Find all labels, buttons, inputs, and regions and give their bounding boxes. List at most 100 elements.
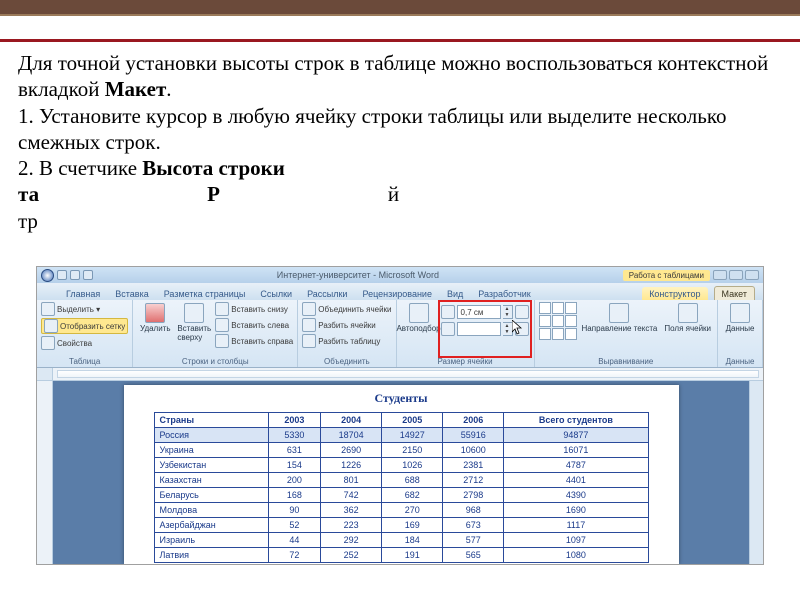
table-cell[interactable]: Казахстан [154, 473, 268, 488]
show-grid-button[interactable]: Отобразить сетку [41, 318, 128, 334]
tab-design[interactable]: Конструктор [642, 287, 707, 300]
page-viewport[interactable]: Студенты Страны 2003 2004 2005 2006 Всег… [53, 381, 749, 564]
split-cells-button[interactable]: Разбить ячейки [302, 318, 391, 332]
table-cell[interactable]: 4401 [504, 473, 648, 488]
height-spinner[interactable]: ▲▼ [503, 305, 513, 319]
table-cell[interactable]: Израиль [154, 533, 268, 548]
maximize-button[interactable] [729, 270, 743, 280]
width-spinner[interactable]: ▲▼ [503, 322, 513, 336]
table-cell[interactable]: 200 [268, 473, 321, 488]
tab-home[interactable]: Главная [59, 287, 107, 300]
table-row[interactable]: Узбекистан1541226102623814787 [154, 458, 648, 473]
table-cell[interactable]: Азербайджан [154, 518, 268, 533]
distribute-rows-icon[interactable] [515, 305, 529, 319]
select-button[interactable]: Выделить ▾ [41, 302, 128, 316]
tab-mailings[interactable]: Рассылки [300, 287, 354, 300]
office-button[interactable] [41, 269, 54, 282]
table-cell[interactable]: 90 [268, 503, 321, 518]
table-row[interactable]: Азербайджан522231696731117 [154, 518, 648, 533]
table-cell[interactable]: 2798 [443, 488, 504, 503]
properties-button[interactable]: Свойства [41, 336, 128, 350]
insert-right-button[interactable]: Вставить справа [215, 334, 293, 348]
col-width-control[interactable]: ▲▼ [441, 322, 529, 336]
table-cell[interactable]: 4390 [504, 488, 648, 503]
qat-undo-icon[interactable] [70, 270, 80, 280]
table-cell[interactable]: 2150 [382, 443, 443, 458]
table-cell[interactable]: 14927 [382, 428, 443, 443]
tab-view[interactable]: Вид [440, 287, 470, 300]
table-cell[interactable]: 44 [268, 533, 321, 548]
close-button[interactable] [745, 270, 759, 280]
table-cell[interactable]: 52 [268, 518, 321, 533]
table-cell[interactable]: 169 [382, 518, 443, 533]
autofit-button[interactable]: Автоподбор [401, 302, 437, 356]
table-cell[interactable]: 18704 [321, 428, 382, 443]
table-cell[interactable]: Беларусь [154, 488, 268, 503]
table-row[interactable]: Украина631269021501060016071 [154, 443, 648, 458]
table-cell[interactable]: 184 [382, 533, 443, 548]
table-cell[interactable]: 2381 [443, 458, 504, 473]
table-cell[interactable]: 688 [382, 473, 443, 488]
distribute-cols-icon[interactable] [515, 322, 529, 336]
data-button[interactable]: Данные [722, 302, 758, 356]
table-row[interactable]: Россия533018704149275591694877 [154, 428, 648, 443]
insert-above-button[interactable]: Вставить сверху [176, 302, 212, 356]
table-cell[interactable]: 1226 [321, 458, 382, 473]
table-cell[interactable]: 223 [321, 518, 382, 533]
table-cell[interactable]: 1080 [504, 548, 648, 563]
table-cell[interactable]: 94877 [504, 428, 648, 443]
table-cell[interactable]: 270 [382, 503, 443, 518]
vertical-ruler[interactable] [37, 381, 53, 564]
table-cell[interactable]: 2712 [443, 473, 504, 488]
table-cell[interactable]: 72 [268, 548, 321, 563]
table-cell[interactable]: 1026 [382, 458, 443, 473]
table-cell[interactable]: 565 [443, 548, 504, 563]
table-cell[interactable]: 16071 [504, 443, 648, 458]
table-cell[interactable]: 2690 [321, 443, 382, 458]
table-cell[interactable]: 55916 [443, 428, 504, 443]
tab-insert[interactable]: Вставка [108, 287, 155, 300]
table-cell[interactable]: 968 [443, 503, 504, 518]
table-cell[interactable]: 154 [268, 458, 321, 473]
row-height-input[interactable]: 0,7 см [457, 305, 501, 319]
table-cell[interactable]: Латвия [154, 548, 268, 563]
table-cell[interactable]: 673 [443, 518, 504, 533]
col-width-input[interactable] [457, 322, 501, 336]
merge-cells-button[interactable]: Объединить ячейки [302, 302, 391, 316]
minimize-button[interactable] [713, 270, 727, 280]
qat-save-icon[interactable] [57, 270, 67, 280]
table-cell[interactable]: 577 [443, 533, 504, 548]
insert-below-button[interactable]: Вставить снизу [215, 302, 293, 316]
text-direction-button[interactable]: Направление текста [580, 302, 660, 356]
table-row[interactable]: Молдова903622709681690 [154, 503, 648, 518]
table-cell[interactable]: 1690 [504, 503, 648, 518]
table-cell[interactable]: 252 [321, 548, 382, 563]
tab-references[interactable]: Ссылки [253, 287, 299, 300]
table-cell[interactable]: 362 [321, 503, 382, 518]
split-table-button[interactable]: Разбить таблицу [302, 334, 391, 348]
row-height-control[interactable]: 0,7 см▲▼ [441, 305, 529, 319]
tab-layout[interactable]: Макет [714, 286, 755, 300]
tab-developer[interactable]: Разработчик [471, 287, 537, 300]
table-row[interactable]: Беларусь16874268227984390 [154, 488, 648, 503]
tab-page-layout[interactable]: Разметка страницы [157, 287, 253, 300]
table-row[interactable]: Латвия722521915651080 [154, 548, 648, 563]
table-cell[interactable]: 631 [268, 443, 321, 458]
table-cell[interactable]: Россия [154, 428, 268, 443]
table-cell[interactable]: Молдова [154, 503, 268, 518]
insert-left-button[interactable]: Вставить слева [215, 318, 293, 332]
table-cell[interactable]: 10600 [443, 443, 504, 458]
students-table[interactable]: Страны 2003 2004 2005 2006 Всего студент… [154, 412, 649, 563]
cell-margins-button[interactable]: Поля ячейки [662, 302, 713, 356]
ruler-strip[interactable] [57, 370, 759, 378]
table-cell[interactable]: 5330 [268, 428, 321, 443]
qat-redo-icon[interactable] [83, 270, 93, 280]
tab-review[interactable]: Рецензирование [355, 287, 439, 300]
table-cell[interactable]: Украина [154, 443, 268, 458]
table-cell[interactable]: 168 [268, 488, 321, 503]
table-cell[interactable]: 1097 [504, 533, 648, 548]
table-cell[interactable]: 801 [321, 473, 382, 488]
table-cell[interactable]: 4787 [504, 458, 648, 473]
vertical-scrollbar[interactable] [749, 381, 763, 564]
table-row[interactable]: Израиль442921845771097 [154, 533, 648, 548]
